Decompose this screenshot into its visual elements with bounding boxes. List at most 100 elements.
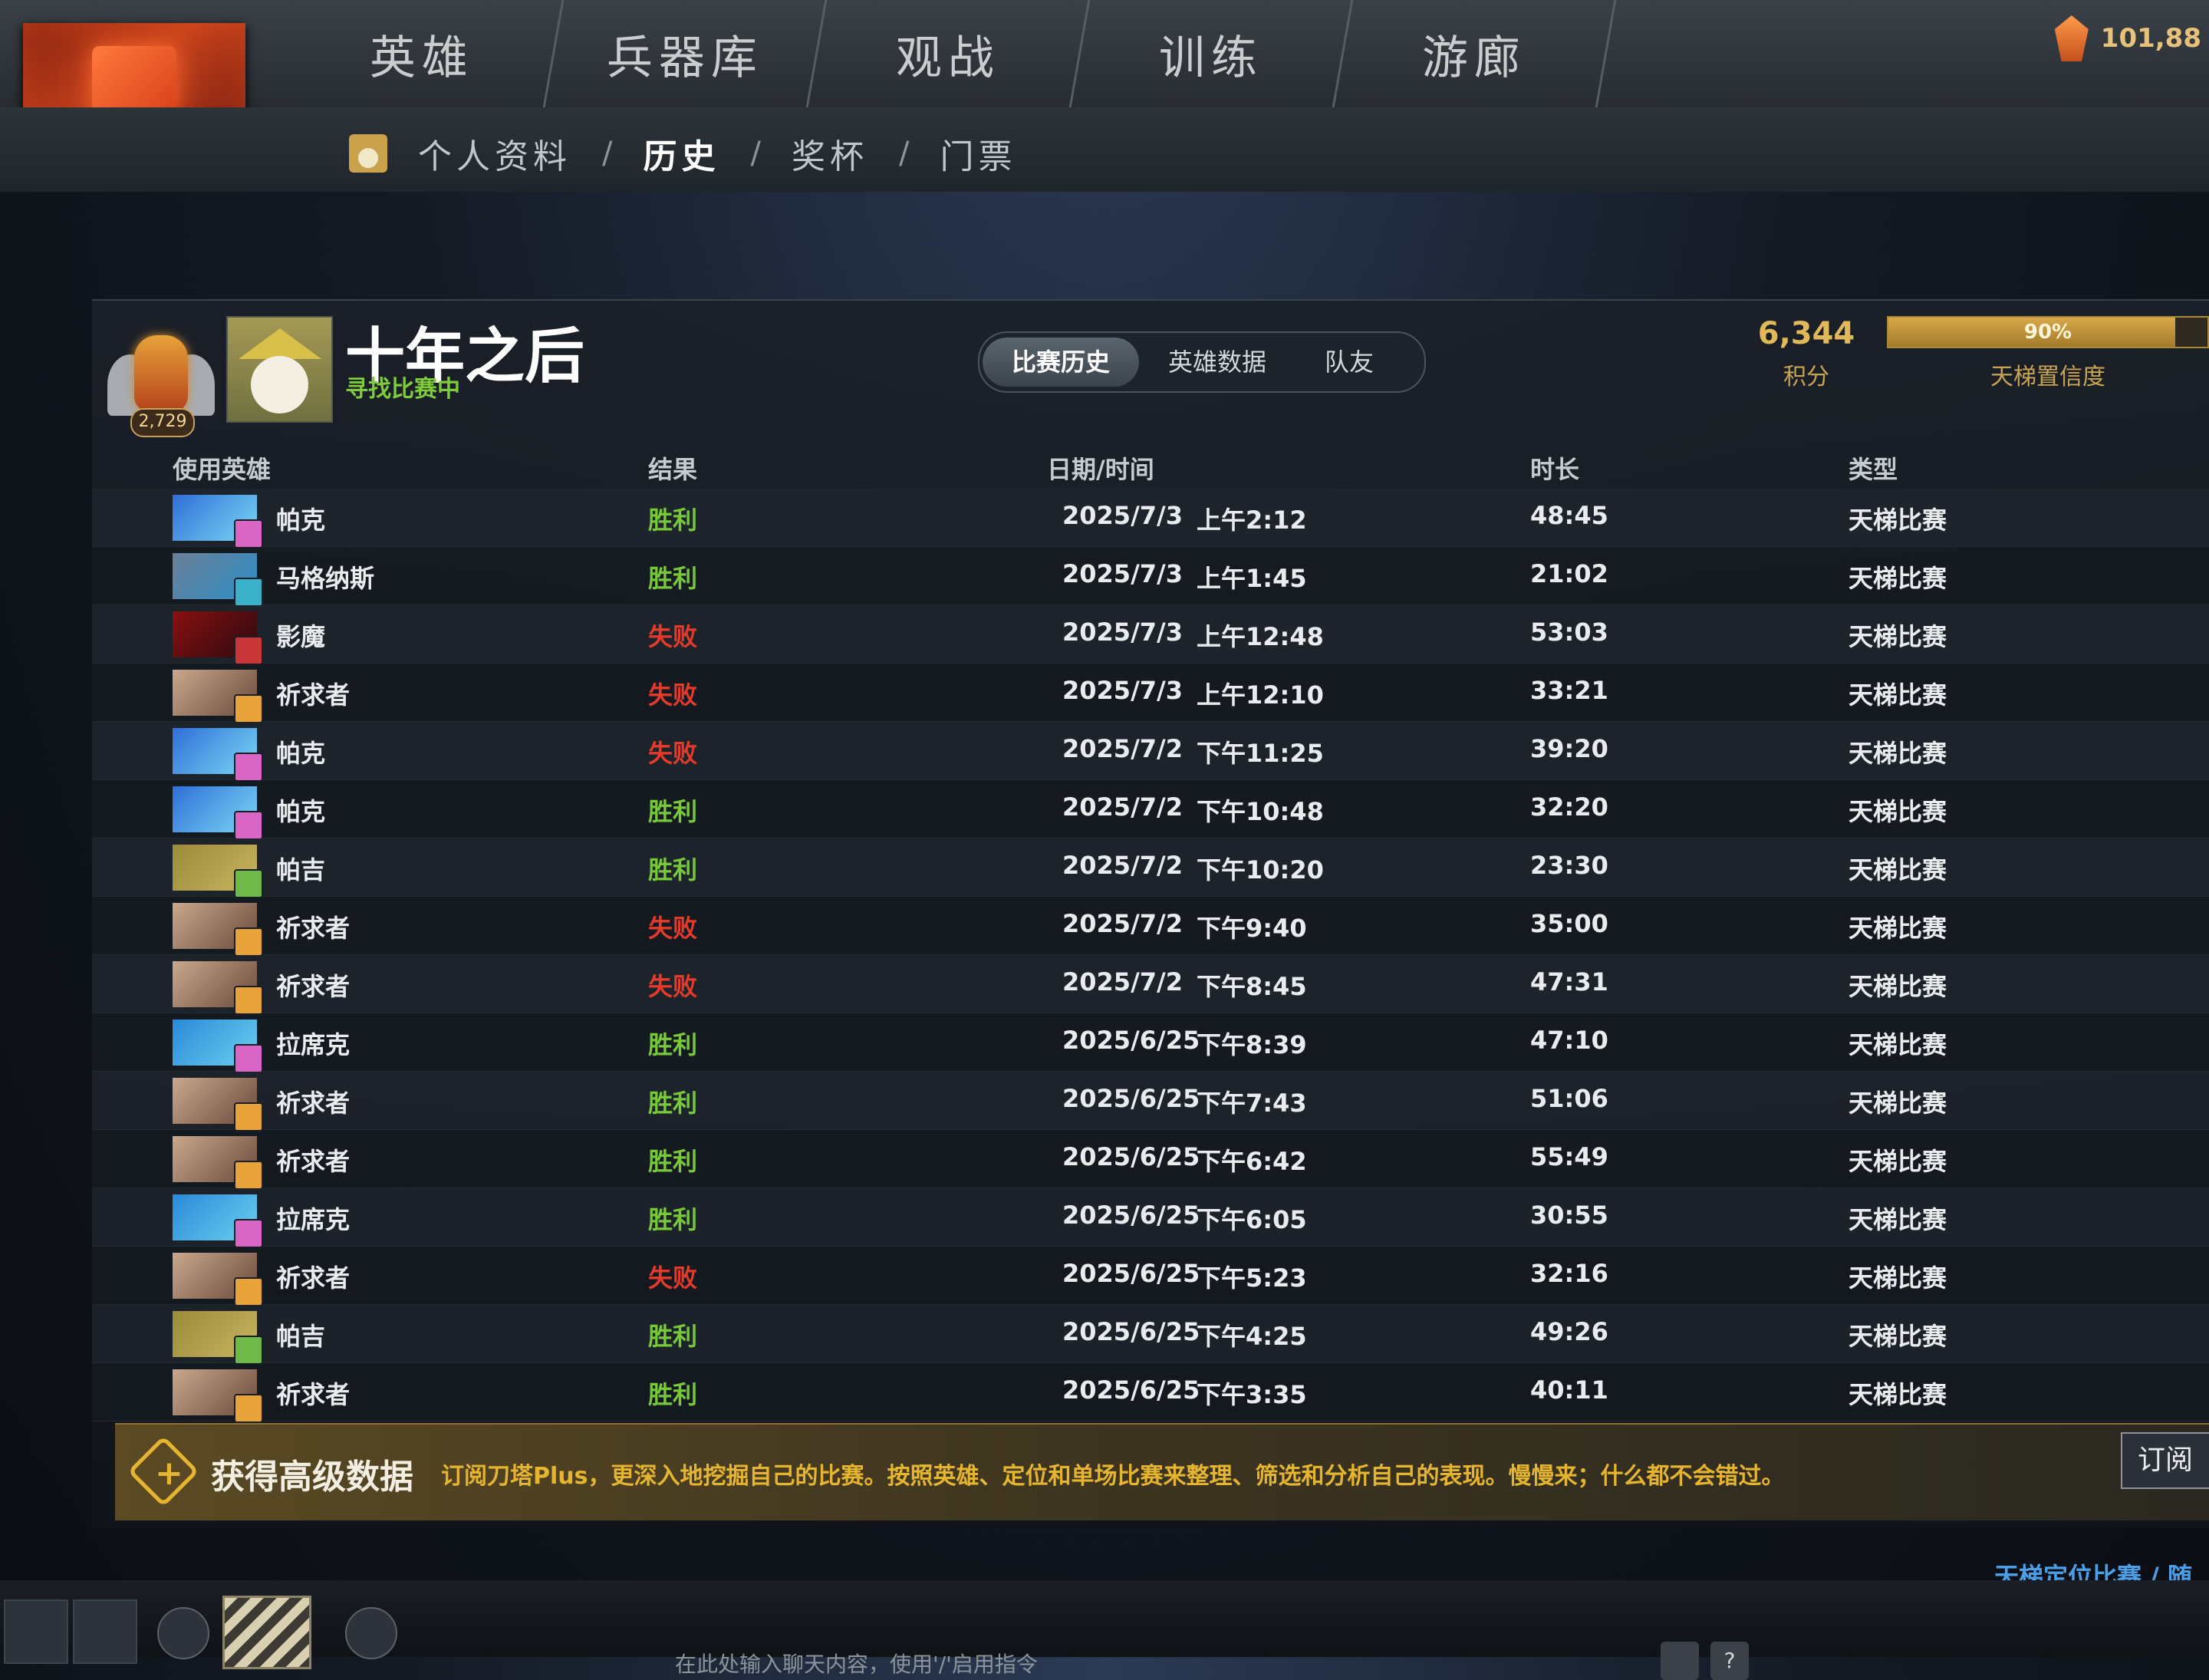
subscribe-button[interactable]: 订阅: [2121, 1432, 2209, 1489]
subtab-trophies[interactable]: 奖杯: [792, 129, 868, 178]
tab-match-history[interactable]: 比赛历史: [983, 338, 1140, 387]
match-duration: 53:03: [1530, 618, 1608, 647]
match-date: 2025/6/25: [1062, 1026, 1200, 1055]
match-type: 天梯比赛: [1849, 622, 1947, 651]
match-type: 天梯比赛: [1849, 564, 1947, 593]
tab-arcade-label: 游廊: [1422, 31, 1526, 85]
table-row[interactable]: 祈求者 失败 2025/6/25 下午5:23 32:16 天梯比赛: [92, 1247, 2209, 1306]
table-row[interactable]: 祈求者 失败 2025/7/2 下午8:45 47:31 天梯比赛: [92, 955, 2209, 1015]
table-row[interactable]: 帕克 胜利 2025/7/3 上午2:12 48:45 天梯比赛: [92, 489, 2209, 548]
chat-input[interactable]: 在此处输入聊天内容，使用'/'启用指令: [675, 1648, 1038, 1678]
col-datetime: 日期/时间: [1047, 455, 1154, 484]
match-date: 2025/7/2: [1062, 967, 1183, 996]
match-duration: 40:11: [1530, 1375, 1608, 1405]
rank-score: 6,344 积分: [1741, 316, 1872, 391]
table-row[interactable]: 马格纳斯 胜利 2025/7/3 上午1:45 21:02 天梯比赛: [92, 547, 2209, 607]
match-type: 天梯比赛: [1849, 797, 1947, 826]
table-row[interactable]: 祈求者 失败 2025/7/2 下午9:40 35:00 天梯比赛: [92, 897, 2209, 957]
table-row[interactable]: 祈求者 失败 2025/7/3 上午12:10 33:21 天梯比赛: [92, 664, 2209, 723]
currency-value: 101,88: [2100, 23, 2201, 54]
match-time: 下午10:48: [1197, 797, 1324, 826]
match-time: 下午9:40: [1197, 914, 1307, 943]
match-time: 下午6:42: [1197, 1147, 1307, 1176]
hero-name: 拉席克: [276, 1205, 351, 1234]
match-type: 天梯比赛: [1849, 914, 1947, 943]
hero-role-badge-icon: [234, 636, 263, 665]
help-icon[interactable]: ?: [1710, 1642, 1749, 1680]
promo-description: 订阅刀塔Plus，更深入地挖掘自己的比赛。按照英雄、定位和单场比赛来整理、筛选和…: [441, 1463, 1785, 1490]
hero-name: 拉席克: [276, 1030, 351, 1059]
match-type: 天梯比赛: [1849, 972, 1947, 1001]
match-type: 天梯比赛: [1849, 1030, 1947, 1059]
rank-number: 2,729: [130, 408, 195, 437]
chat-channels-icon[interactable]: [345, 1607, 397, 1659]
match-result: 胜利: [648, 564, 698, 593]
party-slot[interactable]: [73, 1599, 137, 1664]
subtab-profile[interactable]: 个人资料: [418, 129, 571, 178]
subtab-tickets[interactable]: 门票: [940, 129, 1016, 178]
match-time: 下午11:25: [1197, 739, 1324, 768]
tab-armory-label: 兵器库: [607, 31, 763, 85]
table-row[interactable]: 祈求者 胜利 2025/6/25 下午6:42 55:49 天梯比赛: [92, 1130, 2209, 1190]
match-type: 天梯比赛: [1849, 855, 1947, 884]
subtab-history[interactable]: 历史: [643, 129, 719, 178]
hero-name: 祈求者: [276, 1380, 351, 1409]
match-duration: 21:02: [1530, 559, 1608, 588]
tab-hero-stats[interactable]: 英雄数据: [1139, 338, 1295, 387]
match-result: 胜利: [648, 1205, 698, 1234]
hero-name: 祈求者: [276, 972, 351, 1001]
subnav-separator: /: [602, 136, 613, 171]
tab-heroes[interactable]: 英雄: [281, 0, 565, 107]
match-date: 2025/7/3: [1062, 559, 1183, 588]
score-label: 积分: [1783, 364, 1829, 390]
tab-teammates[interactable]: 队友: [1295, 338, 1403, 387]
hero-name: 祈求者: [276, 680, 351, 710]
match-result: 失败: [648, 622, 698, 651]
table-row[interactable]: 帕吉 胜利 2025/7/2 下午10:20 23:30 天梯比赛: [92, 838, 2209, 898]
hero-role-badge-icon: [234, 519, 263, 548]
match-result: 失败: [648, 972, 698, 1001]
match-time: 下午8:45: [1197, 972, 1307, 1001]
rank-medal-icon[interactable]: 2,729: [107, 324, 215, 439]
match-duration: 32:20: [1530, 792, 1608, 822]
hero-role-badge-icon: [234, 1161, 263, 1190]
table-row[interactable]: 帕克 胜利 2025/7/2 下午10:48 32:20 天梯比赛: [92, 780, 2209, 840]
match-result: 胜利: [648, 797, 698, 826]
table-row[interactable]: 帕吉 胜利 2025/6/25 下午4:25 49:26 天梯比赛: [92, 1305, 2209, 1365]
table-row[interactable]: 祈求者 胜利 2025/6/25 下午7:43 51:06 天梯比赛: [92, 1072, 2209, 1132]
tab-arcade[interactable]: 游廊: [1334, 0, 1617, 107]
tab-learn[interactable]: 训练: [1071, 0, 1354, 107]
match-duration: 33:21: [1530, 676, 1608, 705]
match-date: 2025/6/25: [1062, 1084, 1200, 1113]
logo-mark: [92, 46, 176, 115]
avatar[interactable]: [226, 316, 333, 423]
match-type: 天梯比赛: [1849, 680, 1947, 710]
hero-name: 帕吉: [276, 855, 326, 884]
hero-name: 帕克: [276, 506, 326, 535]
play-dota-button[interactable]: [222, 1596, 311, 1669]
currency-display[interactable]: 101,88: [2054, 15, 2201, 61]
match-duration: 49:26: [1530, 1317, 1608, 1346]
party-slot[interactable]: [4, 1599, 68, 1664]
table-row[interactable]: 祈求者 胜利 2025/6/25 下午3:35 40:11 天梯比赛: [92, 1363, 2209, 1423]
hero-role-badge-icon: [234, 1044, 263, 1073]
history-segment-control: 比赛历史 英雄数据 队友: [978, 331, 1426, 393]
match-result: 胜利: [648, 1147, 698, 1176]
tab-armory[interactable]: 兵器库: [545, 0, 828, 107]
voice-icon[interactable]: [157, 1607, 209, 1659]
match-type: 天梯比赛: [1849, 506, 1947, 535]
settings-icon[interactable]: [1661, 1642, 1699, 1680]
hero-role-badge-icon: [234, 1277, 263, 1306]
match-duration: 23:30: [1530, 851, 1608, 880]
hero-role-badge-icon: [234, 578, 263, 607]
hero-role-badge-icon: [234, 927, 263, 957]
match-duration: 32:16: [1530, 1259, 1608, 1288]
table-row[interactable]: 影魔 失败 2025/7/3 上午12:48 53:03 天梯比赛: [92, 605, 2209, 665]
table-row[interactable]: 帕克 失败 2025/7/2 下午11:25 39:20 天梯比赛: [92, 722, 2209, 782]
match-time: 下午8:39: [1197, 1030, 1307, 1059]
hero-role-badge-icon: [234, 1219, 263, 1248]
match-result: 失败: [648, 914, 698, 943]
table-row[interactable]: 拉席克 胜利 2025/6/25 下午8:39 47:10 天梯比赛: [92, 1013, 2209, 1073]
tab-watch[interactable]: 观战: [808, 0, 1091, 107]
table-row[interactable]: 拉席克 胜利 2025/6/25 下午6:05 30:55 天梯比赛: [92, 1188, 2209, 1248]
